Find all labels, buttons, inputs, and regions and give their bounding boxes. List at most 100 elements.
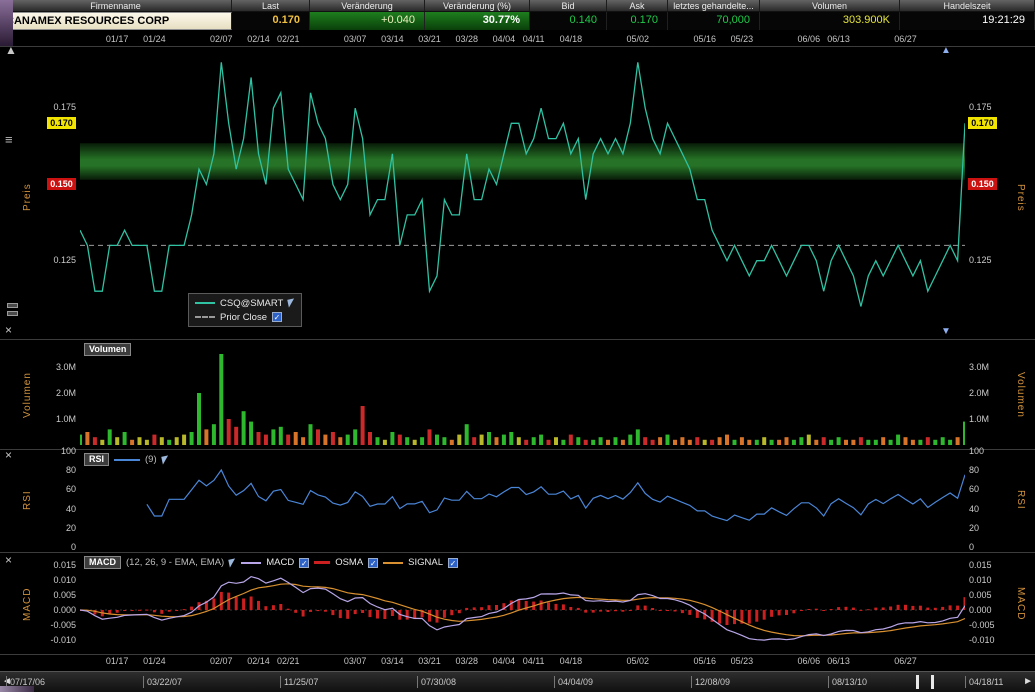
osma-bar <box>748 610 751 624</box>
volume-bar <box>636 429 640 445</box>
volume-bar <box>428 429 432 445</box>
volume-tick-left: 2.0M <box>34 388 76 399</box>
header-veraenderung-pct[interactable]: Veränderung (%) <box>425 0 530 11</box>
osma-bar <box>257 601 260 610</box>
rsi-tick-left: 60 <box>34 484 76 495</box>
date-tick-label: 03/07 <box>338 656 372 666</box>
company-name-cell[interactable]: CANAMEX RESOURCES CORP <box>0 12 232 30</box>
quote-header-row: Firmenname Last Veränderung Veränderung … <box>0 0 1035 12</box>
date-tick-label: 04/11 <box>517 656 551 666</box>
header-ask[interactable]: Ask <box>607 0 668 11</box>
volume-bar <box>851 440 855 445</box>
osma-checkbox[interactable]: ✓ <box>368 558 378 568</box>
macd-tick-left: 0.005 <box>34 590 76 601</box>
volume-bar <box>561 440 565 445</box>
macd-axis-title-right: MACD <box>1013 568 1026 640</box>
timeline-right-arrow[interactable]: ► <box>1023 676 1033 687</box>
osma-bar <box>183 609 186 610</box>
header-volumen[interactable]: Volumen <box>760 0 900 11</box>
osma-bar <box>361 610 364 613</box>
date-tick-label: 04/11 <box>517 34 551 44</box>
header-last[interactable]: Last <box>232 0 310 11</box>
osma-bar <box>145 610 148 611</box>
rsi-tick-right: 60 <box>969 484 979 495</box>
volume-bar <box>435 435 439 445</box>
prior-close-checkbox[interactable]: ✓ <box>272 312 282 322</box>
change-cell[interactable]: +0.040 <box>310 12 425 30</box>
volume-bar <box>197 393 201 445</box>
volume-bar <box>130 440 134 445</box>
desktop-edge-bottom-left <box>0 686 34 692</box>
date-tick-label: 03/28 <box>450 34 484 44</box>
header-last-size[interactable]: letztes gehandelte... <box>668 0 760 11</box>
osma-bar <box>815 609 818 610</box>
bid-cell[interactable]: 0.140 <box>530 12 607 30</box>
rsi-panel-label[interactable]: RSI <box>84 453 109 466</box>
price-tag: 0.150 <box>968 178 997 190</box>
timeline-scrollbar[interactable]: ◄ ► 07/17/0603/22/0711/25/0707/30/0804/0… <box>0 671 1035 692</box>
osma-bar <box>800 610 803 611</box>
cursor-icon[interactable] <box>288 298 297 307</box>
osma-bar <box>309 610 312 612</box>
osma-bar <box>369 610 372 617</box>
price-scale-up-icon[interactable]: ▲ <box>941 46 951 56</box>
close-volume-panel-icon[interactable]: × <box>5 324 12 336</box>
volume-panel-label[interactable]: Volumen <box>84 343 131 356</box>
osma-bar <box>242 599 245 611</box>
timeline-scrubber[interactable] <box>916 675 934 689</box>
price-tick-right: 0.175 <box>969 102 992 113</box>
highlight-band <box>80 143 965 180</box>
osma-bar <box>406 610 409 620</box>
osma-bar <box>733 610 736 624</box>
last-size-cell[interactable]: 70,000 <box>668 12 760 30</box>
volume-bar <box>249 422 253 445</box>
header-veraenderung[interactable]: Veränderung <box>310 0 425 11</box>
volume-bar <box>398 435 402 445</box>
osma-bar <box>614 610 617 611</box>
signal-checkbox[interactable]: ✓ <box>448 558 458 568</box>
ask-cell[interactable]: 0.170 <box>607 12 668 30</box>
date-tick-label: 01/17 <box>100 656 134 666</box>
osma-bar <box>272 605 275 610</box>
menu-icon[interactable]: ≡ <box>5 134 13 146</box>
price-scale-down-icon[interactable]: ▼ <box>941 327 951 337</box>
osma-bar <box>495 605 498 610</box>
header-handelszeit[interactable]: Handelszeit <box>900 0 1035 11</box>
macd-tick-right: -0.005 <box>969 620 995 631</box>
volume-cell[interactable]: 303.900K <box>760 12 900 30</box>
volume-bar <box>390 432 394 445</box>
osma-bar <box>919 606 922 610</box>
osma-bar <box>577 608 580 610</box>
close-rsi-panel-icon[interactable]: × <box>5 449 12 461</box>
osma-bar <box>428 610 431 622</box>
macd-panel-label[interactable]: MACD <box>84 556 121 569</box>
osma-bar <box>391 610 394 616</box>
change-pct-cell[interactable]: 30.77% <box>425 12 530 30</box>
volume-bar <box>420 437 424 445</box>
last-price-cell[interactable]: 0.170 <box>232 12 310 30</box>
panel-separator <box>0 339 1035 340</box>
osma-bar <box>480 607 483 610</box>
volume-bar <box>450 440 454 445</box>
macd-checkbox[interactable]: ✓ <box>299 558 309 568</box>
osma-bar <box>279 604 282 610</box>
header-firmenname[interactable]: Firmenname <box>0 0 232 11</box>
header-bid[interactable]: Bid <box>530 0 607 11</box>
volume-bar <box>80 435 82 445</box>
cursor-icon[interactable] <box>161 455 170 464</box>
volume-bar <box>316 429 320 445</box>
volume-bar <box>204 429 208 445</box>
osma-bar <box>621 610 624 612</box>
rsi-chart-plot[interactable] <box>80 451 965 547</box>
volume-bar <box>346 435 350 445</box>
osma-bar <box>465 608 468 610</box>
close-macd-panel-icon[interactable]: × <box>5 554 12 566</box>
volume-bar <box>212 424 216 445</box>
osma-bar <box>510 601 513 611</box>
volume-bar <box>279 427 283 445</box>
volume-chart-plot[interactable] <box>80 341 965 445</box>
timeline-date-label: 04/18/11 <box>965 676 1003 688</box>
macd-tick-right: 0.010 <box>969 575 992 586</box>
panel-grip-icon[interactable] <box>7 303 18 319</box>
cursor-icon[interactable] <box>228 558 237 567</box>
